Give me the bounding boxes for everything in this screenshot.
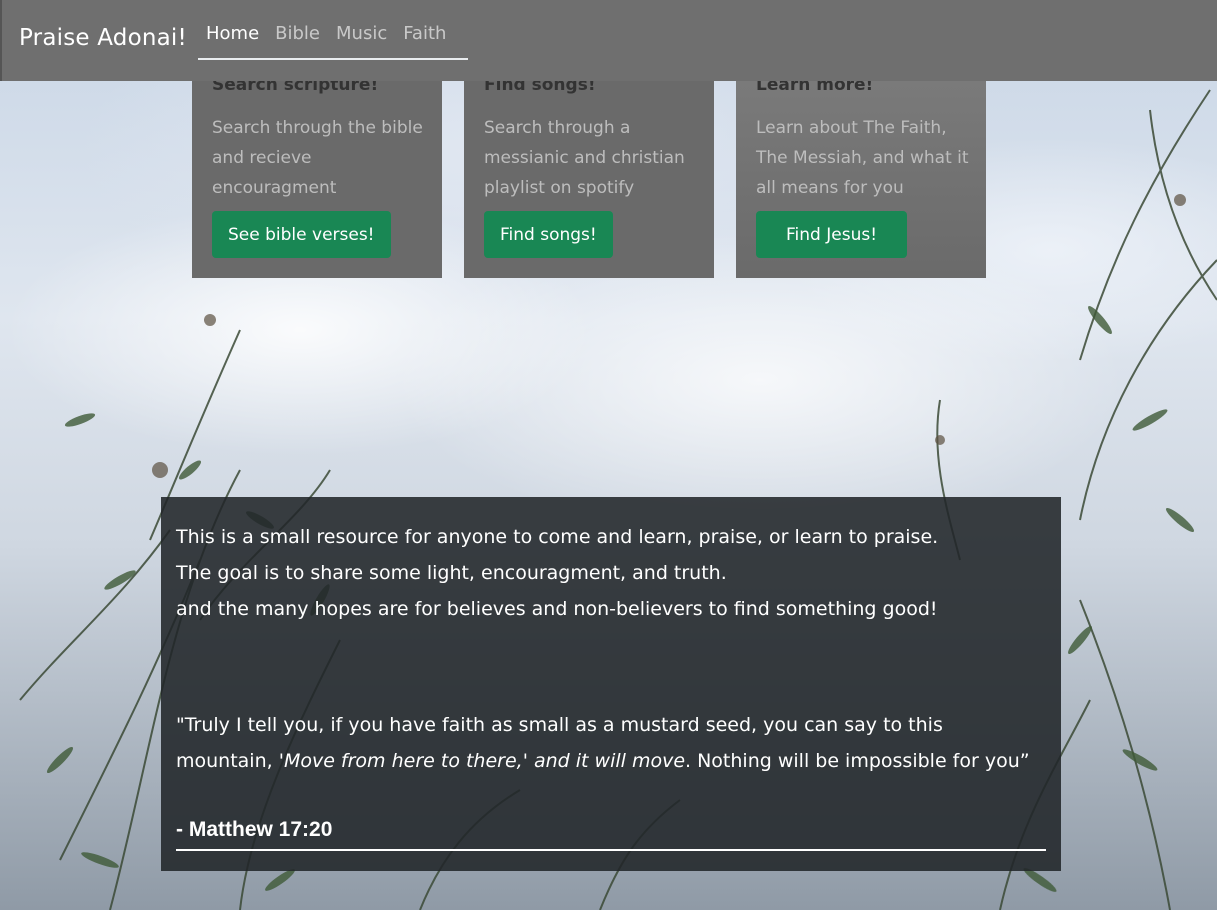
quote-italic-text: Move from here to there,' and it will mo… xyxy=(283,750,686,772)
nav-link-home[interactable]: Home xyxy=(198,18,267,49)
nav-link-music[interactable]: Music xyxy=(328,18,395,49)
nav-links: Home Bible Music Faith xyxy=(198,18,468,60)
intro-line: and the many hopes are for believes and … xyxy=(176,598,938,620)
card-learn-more: Learn more! Learn about The Faith, The M… xyxy=(736,75,986,278)
intro-line: This is a small resource for anyone to c… xyxy=(176,526,939,548)
see-bible-verses-button[interactable]: See bible verses! xyxy=(212,211,391,258)
brand-logo-text[interactable]: Praise Adonai! xyxy=(19,25,187,51)
find-songs-button[interactable]: Find songs! xyxy=(484,211,613,258)
quote-reference: - Matthew 17:20 xyxy=(176,818,333,841)
nav-link-bible[interactable]: Bible xyxy=(267,18,328,49)
info-panel: This is a small resource for anyone to c… xyxy=(161,497,1061,871)
quote-text-end: . Nothing will be impossible for you” xyxy=(685,750,1030,772)
card-text: Learn about The Faith, The Messiah, and … xyxy=(756,118,969,198)
intro-line: The goal is to share some light, encoura… xyxy=(176,562,727,584)
quote-reference-underline: - Matthew 17:20 xyxy=(176,815,1046,851)
card-find-songs: Find songs! Search through a messianic a… xyxy=(464,75,714,278)
card-text: Search through the bible and recieve enc… xyxy=(212,118,423,198)
scripture-quote: "Truly I tell you, if you have faith as … xyxy=(176,707,1036,779)
card-search-scripture: Search scripture! Search through the bib… xyxy=(192,75,442,278)
intro-text: This is a small resource for anyone to c… xyxy=(176,519,1046,627)
top-navbar: Praise Adonai! Home Bible Music Faith xyxy=(0,0,1217,81)
card-text: Search through a messianic and christian… xyxy=(484,118,685,198)
find-jesus-button[interactable]: Find Jesus! xyxy=(756,211,908,258)
nav-link-faith[interactable]: Faith xyxy=(395,18,454,49)
